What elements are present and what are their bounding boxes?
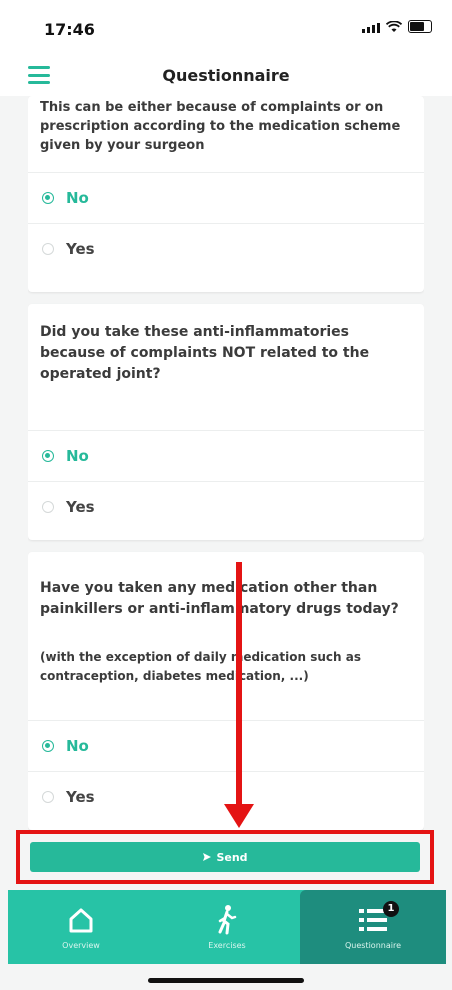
question-text: This can be either because of complaints… — [40, 100, 401, 153]
question-card: This can be either because of complaints… — [28, 96, 424, 292]
annotation-arrow-head — [224, 804, 254, 828]
radio-unselected-icon[interactable] — [42, 243, 54, 255]
questionnaire-list[interactable]: This can be either because of complaints… — [28, 96, 424, 830]
nav-label: Overview — [62, 940, 100, 950]
option-no[interactable]: No — [28, 720, 424, 771]
option-label: Yes — [66, 788, 95, 806]
send-button[interactable]: Send — [30, 842, 420, 872]
option-yes[interactable]: Yes — [28, 481, 424, 532]
question-card: Did you take these anti-inflammatories b… — [28, 304, 424, 540]
radio-selected-icon[interactable] — [42, 192, 54, 204]
status-time: 17:46 — [44, 20, 95, 39]
battery-icon — [408, 20, 432, 33]
walking-icon — [218, 904, 237, 934]
option-label: No — [66, 189, 89, 207]
status-icons — [362, 20, 432, 33]
app-header: Questionnaire — [0, 58, 452, 96]
nav-label: Questionnaire — [344, 940, 401, 950]
option-label: Yes — [66, 498, 95, 516]
option-label: No — [66, 737, 89, 755]
send-icon — [203, 853, 212, 861]
home-indicator — [148, 978, 304, 983]
send-button-label: Send — [216, 850, 248, 864]
option-yes[interactable]: Yes — [28, 223, 424, 274]
status-bar: 17:46 — [0, 0, 452, 58]
app-screen: 17:46 Questionnaire This can be either b… — [0, 0, 452, 990]
nav-item-questionnaire[interactable]: 1 Questionnaire — [300, 890, 446, 964]
nav-label: Exercises — [208, 940, 246, 950]
nav-item-exercises[interactable]: Exercises — [154, 890, 300, 964]
radio-selected-icon[interactable] — [42, 450, 54, 462]
question-text: Have you taken any medication other than… — [40, 580, 399, 617]
notification-badge: 1 — [383, 900, 399, 917]
cellular-signal-icon — [362, 23, 380, 33]
question-text: Did you take these anti-inflammatories b… — [40, 324, 370, 382]
radio-unselected-icon[interactable] — [42, 791, 54, 803]
annotation-arrow-shaft — [236, 562, 242, 812]
send-button-highlight: Send — [16, 830, 434, 884]
nav-item-overview[interactable]: Overview — [8, 890, 154, 964]
wifi-icon — [386, 21, 402, 32]
page-title: Questionnaire — [162, 66, 290, 85]
radio-unselected-icon[interactable] — [42, 501, 54, 513]
home-icon — [69, 908, 93, 932]
bottom-nav: Overview Exercises 1 Questionnaire — [8, 890, 446, 964]
radio-selected-icon[interactable] — [42, 740, 54, 752]
option-no[interactable]: No — [28, 172, 424, 223]
option-label: Yes — [66, 240, 95, 258]
option-label: No — [66, 447, 89, 465]
question-note: (with the exception of daily medication … — [40, 650, 361, 683]
question-card: Have you taken any medication other than… — [28, 552, 424, 830]
option-no[interactable]: No — [28, 430, 424, 481]
